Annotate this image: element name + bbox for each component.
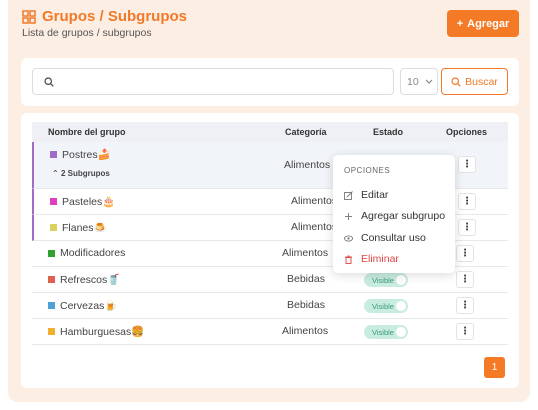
color-swatch xyxy=(50,151,57,158)
menu-item-label: Eliminar xyxy=(361,253,399,265)
group-name: Flanes🍮 xyxy=(50,221,107,234)
table-row[interactable]: Cervezas🍺 Bebidas Visible ⋮ xyxy=(32,293,508,319)
pagination-page-1[interactable]: 1 xyxy=(484,357,505,378)
group-name: Modificadores xyxy=(48,247,125,259)
toggle-knob xyxy=(396,275,406,285)
group-category: Alimentos xyxy=(284,159,331,171)
subgroups-toggle[interactable]: ⌃ 2 Subgrupos xyxy=(52,169,110,178)
subgroups-count: 2 Subgrupos xyxy=(60,169,110,178)
visibility-label: Visible xyxy=(372,327,394,337)
color-swatch xyxy=(50,224,57,231)
more-vertical-icon: ⋮ xyxy=(460,326,470,337)
more-vertical-icon: ⋮ xyxy=(462,159,472,170)
plus-icon xyxy=(345,212,352,220)
visibility-toggle[interactable]: Visible xyxy=(364,325,408,339)
group-name-text: Postres🍰 xyxy=(62,149,111,161)
menu-item-delete[interactable]: Eliminar xyxy=(344,253,399,265)
trash-icon xyxy=(345,255,352,264)
search-icon xyxy=(451,76,461,87)
more-vertical-icon: ⋮ xyxy=(462,222,472,233)
group-category: Bebidas xyxy=(287,299,325,311)
menu-item-view-usage[interactable]: Consultar uso xyxy=(344,232,426,244)
page-subtitle: Lista de grupos / subgrupos xyxy=(22,27,152,39)
column-name: Nombre del grupo xyxy=(48,127,126,137)
color-swatch xyxy=(48,302,55,309)
page-title: Grupos / Subgrupos xyxy=(22,8,187,25)
column-status: Estado xyxy=(373,127,404,137)
visibility-label: Visible xyxy=(372,275,394,285)
group-name: Pasteles🎂 xyxy=(50,195,115,208)
chevron-up-icon: ⌃ xyxy=(52,169,59,178)
group-category: Alimentos xyxy=(282,247,329,259)
toggle-knob xyxy=(396,327,406,337)
per-page-value: 10 xyxy=(407,75,419,88)
color-swatch xyxy=(50,198,57,205)
more-vertical-icon: ⋮ xyxy=(460,248,470,259)
plus-icon: + xyxy=(456,17,464,30)
group-name-text: Flanes🍮 xyxy=(62,222,107,234)
visibility-toggle[interactable]: Visible xyxy=(364,299,408,313)
menu-item-label: Consultar uso xyxy=(361,232,426,244)
group-category: Alimentos xyxy=(282,325,329,337)
color-swatch xyxy=(48,249,55,257)
visibility-toggle[interactable]: Visible xyxy=(364,273,408,287)
search-button-label: Buscar xyxy=(465,75,498,88)
options-menu-header: OPCIONES xyxy=(344,166,391,175)
search-icon xyxy=(44,77,54,87)
edit-icon xyxy=(344,190,353,200)
more-vertical-icon: ⋮ xyxy=(462,196,472,207)
search-input[interactable] xyxy=(32,68,394,95)
color-swatch xyxy=(48,276,55,283)
grid-icon xyxy=(22,9,36,24)
options-menu: OPCIONES Editar Agregar subgrupo Consult… xyxy=(333,155,455,273)
menu-item-label: Editar xyxy=(361,189,389,201)
group-name-text: Pasteles🎂 xyxy=(62,196,116,208)
options-button[interactable]: ⋮ xyxy=(456,271,474,288)
options-button[interactable]: ⋮ xyxy=(456,323,474,340)
more-vertical-icon: ⋮ xyxy=(460,274,470,285)
group-name-text: Hamburguesas🍔 xyxy=(60,326,145,338)
group-name-text: Cervezas🍺 xyxy=(60,300,118,312)
group-name: Refrescos🥤 xyxy=(48,273,120,286)
menu-item-label: Agregar subgrupo xyxy=(361,210,446,222)
group-name: Cervezas🍺 xyxy=(48,299,117,312)
group-category: Alimentos xyxy=(291,195,338,207)
add-button[interactable]: + Agregar xyxy=(447,10,519,37)
eye-icon xyxy=(344,234,353,242)
column-category: Categoría xyxy=(285,127,327,137)
visibility-label: Visible xyxy=(372,301,394,311)
options-button[interactable]: ⋮ xyxy=(458,193,476,210)
group-name: Hamburguesas🍔 xyxy=(48,325,144,338)
table-row[interactable]: Hamburguesas🍔 Alimentos Visible ⋮ xyxy=(32,319,508,345)
menu-item-edit[interactable]: Editar xyxy=(344,189,388,201)
toggle-knob xyxy=(396,301,406,311)
add-button-label: Agregar xyxy=(467,17,510,30)
group-category: Alimentos xyxy=(291,221,338,233)
group-category: Bebidas xyxy=(287,273,325,285)
column-options: Opciones xyxy=(446,127,488,137)
options-button[interactable]: ⋮ xyxy=(458,156,476,173)
group-name: Postres🍰 xyxy=(50,148,111,161)
color-swatch xyxy=(48,328,55,335)
menu-item-add-subgroup[interactable]: Agregar subgrupo xyxy=(344,210,445,222)
page-title-text: Grupos / Subgrupos xyxy=(42,8,187,25)
options-button[interactable]: ⋮ xyxy=(456,245,474,262)
more-vertical-icon: ⋮ xyxy=(460,300,470,311)
options-button[interactable]: ⋮ xyxy=(456,297,474,314)
search-button[interactable]: Buscar xyxy=(441,68,508,95)
search-card: 10 Buscar xyxy=(21,58,519,106)
group-name-text: Refrescos🥤 xyxy=(60,274,121,286)
options-button[interactable]: ⋮ xyxy=(458,219,476,236)
per-page-select[interactable]: 10 xyxy=(400,68,438,95)
group-name-text: Modificadores xyxy=(60,247,126,259)
chevron-down-icon xyxy=(425,79,433,84)
table-header: Nombre del grupo Categoría Estado Opcion… xyxy=(32,122,508,142)
